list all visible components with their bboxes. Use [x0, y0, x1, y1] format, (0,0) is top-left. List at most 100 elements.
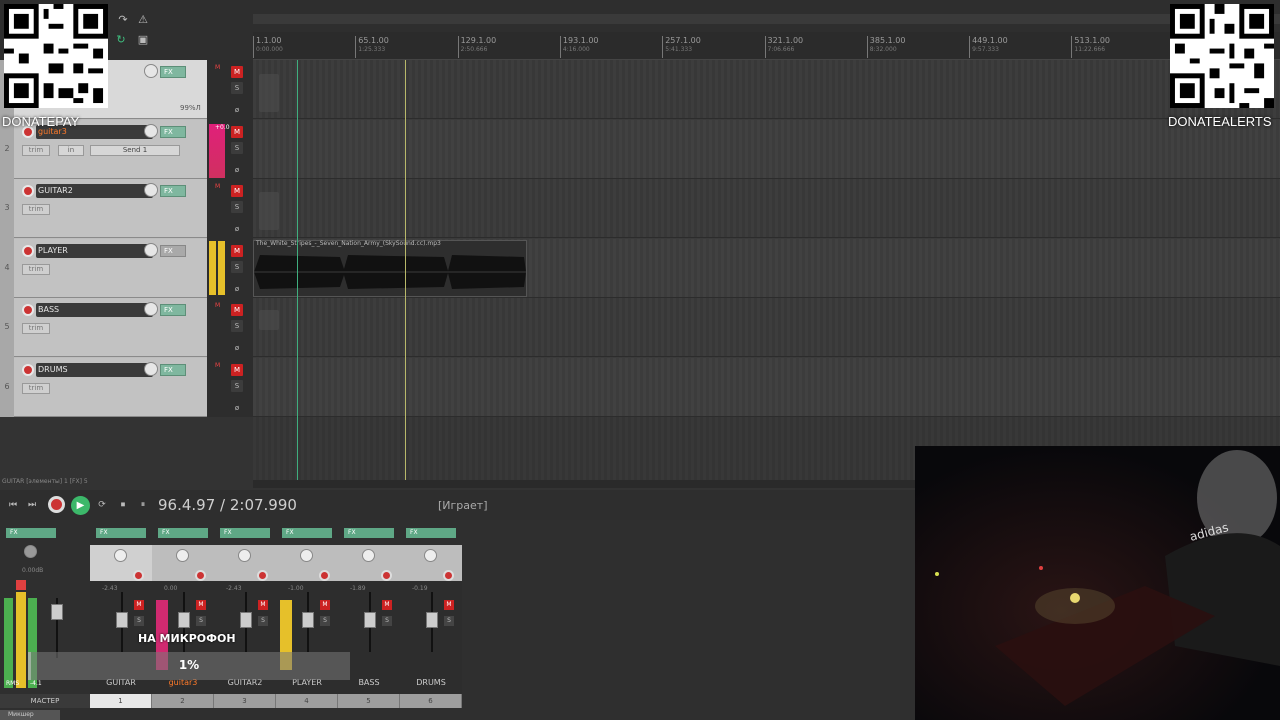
channel-fader[interactable]: [302, 612, 314, 628]
mixer-solo-button[interactable]: S: [320, 616, 330, 626]
track-header[interactable]: 5 BASS FX trim: [4, 298, 207, 357]
pan-knob[interactable]: [362, 549, 375, 562]
channel-fader[interactable]: [426, 612, 438, 628]
solo-button[interactable]: S: [231, 201, 243, 213]
mixer-channel-number[interactable]: 5: [338, 694, 400, 708]
volume-knob[interactable]: [144, 302, 158, 316]
mute-button[interactable]: M: [231, 66, 243, 78]
automation-trim-button[interactable]: trim: [22, 323, 50, 334]
pause-button[interactable]: ⏸: [136, 498, 150, 512]
mixer-fx-button[interactable]: FX: [344, 528, 394, 538]
mixer-tab[interactable]: Микшер: [0, 710, 60, 720]
mixer-mute-button[interactable]: M: [320, 600, 330, 610]
pan-knob[interactable]: [114, 549, 127, 562]
mixer-record-arm-button[interactable]: [257, 570, 268, 581]
solo-button[interactable]: S: [231, 141, 243, 154]
media-item[interactable]: The_White_Stripes_-_Seven_Nation_Army_(S…: [253, 240, 527, 297]
track-header[interactable]: 4 PLAYER FX trim: [4, 238, 207, 298]
track-name[interactable]: DRUMS: [36, 362, 153, 377]
mixer-channel-number[interactable]: 4: [276, 694, 338, 708]
mixer-record-arm-button[interactable]: [195, 570, 206, 581]
mixer-solo-button[interactable]: S: [258, 616, 268, 626]
pan-knob[interactable]: [176, 549, 189, 562]
track-lane[interactable]: [253, 119, 1280, 179]
channel-fader[interactable]: [178, 612, 190, 628]
phase-button[interactable]: ø: [231, 104, 243, 116]
mixer-fx-button[interactable]: FX: [282, 528, 332, 538]
pan-knob[interactable]: [238, 549, 251, 562]
solo-button[interactable]: S: [231, 82, 243, 94]
automation-trim-button[interactable]: trim: [22, 263, 50, 275]
go-start-button[interactable]: ⏮: [6, 498, 20, 512]
mixer-fx-button[interactable]: FX: [220, 528, 270, 538]
fx-button[interactable]: FX: [160, 185, 186, 197]
volume-knob[interactable]: [144, 361, 158, 376]
automation-trim-button[interactable]: trim: [22, 204, 50, 215]
track-lane[interactable]: [253, 298, 1280, 357]
mixer-solo-button[interactable]: S: [196, 616, 206, 626]
mixer-channel-number[interactable]: 3: [214, 694, 276, 708]
phase-button[interactable]: ø: [231, 164, 243, 176]
play-button[interactable]: ▶: [71, 496, 90, 515]
mixer-fx-button[interactable]: FX: [96, 528, 146, 538]
mixer-record-arm-button[interactable]: [319, 570, 330, 581]
timeline-ruler[interactable]: 1.1.00 0:00.000 65.1.00 1:25.333 129.1.00 2:5…: [253, 32, 1280, 60]
track-lane[interactable]: [253, 179, 1280, 238]
phase-button[interactable]: ø: [231, 342, 243, 354]
volume-knob[interactable]: [144, 242, 158, 257]
phase-button[interactable]: ø: [231, 402, 243, 414]
mixer-mute-button[interactable]: M: [382, 600, 392, 610]
mute-button[interactable]: M: [231, 185, 243, 197]
lock-icon[interactable]: ▣: [136, 34, 150, 46]
solo-button[interactable]: S: [231, 260, 243, 273]
master-pan-knob[interactable]: [24, 545, 37, 558]
record-button[interactable]: [48, 496, 65, 513]
mixer-solo-button[interactable]: S: [382, 616, 392, 626]
mixer-fx-button[interactable]: FX: [158, 528, 208, 538]
mixer-channel-number[interactable]: 6: [400, 694, 462, 708]
record-arm-button[interactable]: [22, 244, 34, 257]
record-arm-button[interactable]: [22, 304, 34, 316]
fx-button[interactable]: FX: [160, 304, 186, 316]
mixer-mute-button[interactable]: M: [444, 600, 454, 610]
redo-icon[interactable]: ↷: [116, 14, 130, 26]
fx-button[interactable]: FX: [160, 66, 186, 78]
stop-button[interactable]: ⏹: [116, 498, 130, 512]
master-fader[interactable]: [51, 604, 63, 620]
pan-knob[interactable]: [300, 549, 313, 562]
mixer-mute-button[interactable]: M: [196, 600, 206, 610]
fx-button[interactable]: FX: [160, 363, 186, 376]
volume-knob[interactable]: [144, 183, 158, 197]
pan-knob[interactable]: [424, 549, 437, 562]
mixer-channel-number[interactable]: 2: [152, 694, 214, 708]
mixer-record-arm-button[interactable]: [381, 570, 392, 581]
fx-button[interactable]: FX: [160, 125, 186, 138]
mixer-record-arm-button[interactable]: [443, 570, 454, 581]
record-arm-button[interactable]: [22, 185, 34, 197]
arrange-view[interactable]: The_White_Stripes_-_Seven_Nation_Army_(S…: [253, 60, 1280, 480]
track-header[interactable]: 3 GUITAR2 FX trim: [4, 179, 207, 238]
phase-button[interactable]: ø: [231, 223, 243, 235]
mixer-solo-button[interactable]: S: [134, 616, 144, 626]
mixer-record-arm-button[interactable]: [133, 570, 144, 581]
channel-fader[interactable]: [116, 612, 128, 628]
input-button[interactable]: in: [58, 144, 84, 156]
mute-button[interactable]: M: [231, 244, 243, 257]
track-name[interactable]: PLAYER: [36, 243, 153, 258]
send-button[interactable]: Send 1: [90, 144, 180, 156]
volume-knob[interactable]: [144, 123, 158, 138]
track-name[interactable]: GUITAR2: [36, 184, 153, 198]
record-arm-button[interactable]: [22, 363, 34, 376]
mute-button[interactable]: M: [231, 125, 243, 138]
mixer-fx-button[interactable]: FX: [406, 528, 456, 538]
automation-trim-button[interactable]: trim: [22, 382, 50, 394]
mute-button[interactable]: M: [231, 304, 243, 316]
go-end-button[interactable]: ⏭: [25, 498, 39, 512]
volume-knob[interactable]: [144, 64, 158, 78]
phase-button[interactable]: ø: [231, 283, 243, 295]
mixer-mute-button[interactable]: M: [134, 600, 144, 610]
master-fx-button[interactable]: FX: [6, 528, 56, 538]
fx-button[interactable]: FX: [160, 244, 186, 257]
time-position[interactable]: 96.4.97 / 2:07.990: [158, 496, 297, 514]
mute-button[interactable]: M: [231, 363, 243, 376]
